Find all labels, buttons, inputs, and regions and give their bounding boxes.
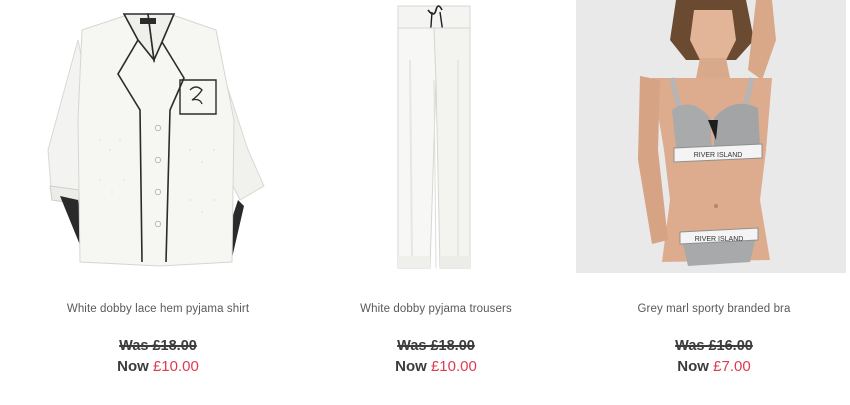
now-label: Now bbox=[677, 358, 709, 375]
sale-price: £7.00 bbox=[713, 358, 751, 375]
sale-price: £10.00 bbox=[152, 358, 199, 375]
brand-text-band: RIVER ISLAND bbox=[694, 152, 743, 159]
product-title[interactable]: Grey marl sporty branded bra bbox=[576, 303, 850, 315]
product-card[interactable]: White dobby pyjama trousers Was £18.00 N… bbox=[298, 0, 574, 405]
product-title[interactable]: White dobby lace hem pyjama shirt bbox=[20, 303, 296, 315]
was-price: Was £18.00 bbox=[119, 338, 197, 354]
product-image-sporty-bra[interactable]: RIVER ISLAND RIVER ISLAND bbox=[576, 0, 846, 273]
now-label: Now bbox=[117, 358, 149, 375]
now-price-line: Now £7.00 bbox=[576, 358, 850, 375]
brand-text-waistband: RIVER ISLAND bbox=[695, 236, 744, 243]
now-price-line: Now £10.00 bbox=[298, 358, 574, 375]
now-label: Now bbox=[395, 358, 427, 375]
product-image-pyjama-shirt[interactable] bbox=[20, 0, 290, 273]
sale-price: £10.00 bbox=[430, 358, 477, 375]
was-price: Was £18.00 bbox=[397, 338, 475, 354]
was-price: Was £16.00 bbox=[675, 338, 753, 354]
product-grid: White dobby lace hem pyjama shirt Was £1… bbox=[0, 0, 850, 405]
product-card[interactable]: White dobby lace hem pyjama shirt Was £1… bbox=[20, 0, 296, 405]
product-image-pyjama-trousers[interactable] bbox=[298, 0, 568, 273]
now-price-line: Now £10.00 bbox=[20, 358, 296, 375]
product-title[interactable]: White dobby pyjama trousers bbox=[298, 303, 574, 315]
product-card[interactable]: RIVER ISLAND RIVER ISLAND Grey marl spor… bbox=[576, 0, 850, 405]
